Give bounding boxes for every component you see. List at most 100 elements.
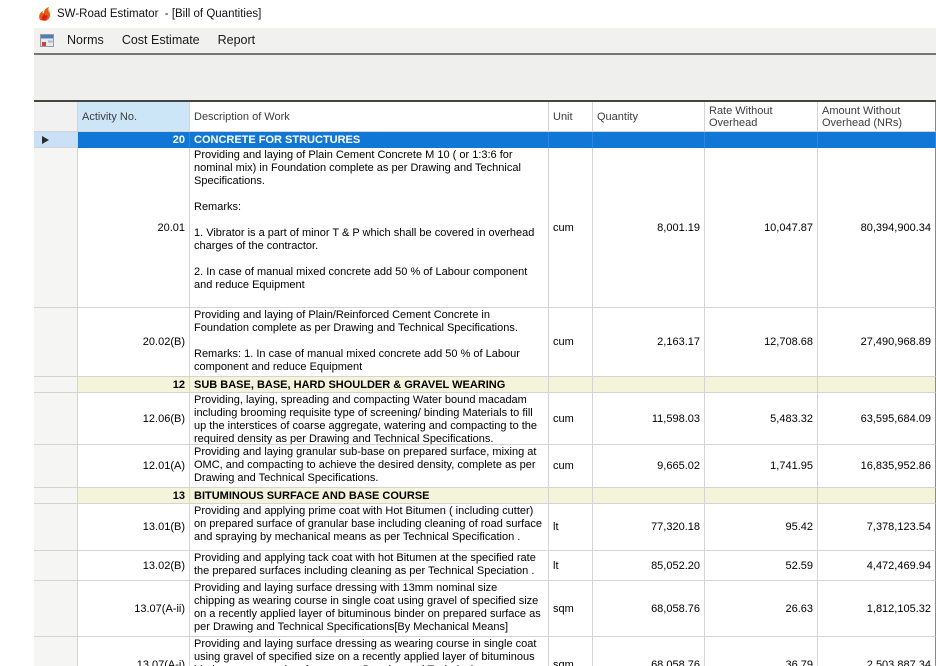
cell-rate[interactable]: 1,741.95 — [705, 445, 818, 488]
cell-activity[interactable]: 13.07(A-ii) — [78, 581, 190, 637]
column-header-activity[interactable]: Activity No. — [78, 102, 190, 132]
window-title-bar: SW-Road Estimator - [Bill of Quantities] — [0, 0, 936, 28]
cell-activity[interactable]: 20.02(B) — [78, 308, 190, 377]
cell-unit[interactable] — [549, 488, 593, 504]
row-selector-header[interactable] — [34, 102, 78, 132]
cell-unit[interactable]: cum — [549, 393, 593, 445]
cell-quantity[interactable]: 8,001.19 — [593, 148, 705, 308]
cell-quantity[interactable]: 77,320.18 — [593, 504, 705, 551]
cell-unit[interactable]: cum — [549, 445, 593, 488]
row-selector[interactable] — [34, 445, 78, 488]
column-header-rate[interactable]: Rate Without Overhead — [705, 102, 818, 132]
cell-rate[interactable] — [705, 488, 818, 504]
cell-amount[interactable] — [818, 132, 936, 148]
cell-activity[interactable]: 12.06(B) — [78, 393, 190, 445]
group-row: 20CONCRETE FOR STRUCTURES — [34, 132, 936, 148]
cell-unit[interactable]: cum — [549, 308, 593, 377]
cell-activity[interactable]: 12.01(A) — [78, 445, 190, 488]
cell-description[interactable]: Providing and laying surface dressing as… — [190, 637, 549, 666]
column-header-quantity[interactable]: Quantity — [593, 102, 705, 132]
cell-quantity[interactable] — [593, 488, 705, 504]
cell-activity[interactable]: 13.01(B) — [78, 504, 190, 551]
mdi-child-window-icon[interactable] — [40, 34, 54, 47]
menu-item-cost-estimate[interactable]: Cost Estimate — [113, 29, 209, 52]
cell-activity[interactable]: 20 — [78, 132, 190, 148]
cell-quantity[interactable]: 85,052.20 — [593, 551, 705, 581]
row-selector[interactable] — [34, 308, 78, 377]
cell-quantity[interactable]: 11,598.03 — [593, 393, 705, 445]
cell-description[interactable]: CONCRETE FOR STRUCTURES — [190, 132, 549, 148]
cell-description[interactable]: Providing and laying granular sub-base o… — [190, 445, 549, 488]
cell-unit[interactable]: sqm — [549, 581, 593, 637]
row-selector[interactable] — [34, 148, 78, 308]
cell-rate[interactable]: 10,047.87 — [705, 148, 818, 308]
cell-description[interactable]: Providing and applying prime coat with H… — [190, 504, 549, 551]
group-row: 13BITUMINOUS SURFACE AND BASE COURSE — [34, 488, 936, 504]
group-row: 12SUB BASE, BASE, HARD SHOULDER & GRAVEL… — [34, 377, 936, 393]
cell-rate[interactable] — [705, 377, 818, 393]
cell-description[interactable]: Providing, laying, spreading and compact… — [190, 393, 549, 445]
cell-rate[interactable]: 26.63 — [705, 581, 818, 637]
menu-item-report[interactable]: Report — [209, 29, 265, 52]
cell-quantity[interactable]: 68,058.76 — [593, 581, 705, 637]
cell-description[interactable]: Providing and laying of Plain/Reinforced… — [190, 308, 549, 377]
cell-rate[interactable]: 95.42 — [705, 504, 818, 551]
column-header-amount[interactable]: Amount Without Overhead (NRs) — [818, 102, 936, 132]
cell-activity[interactable]: 13.07(A-i) — [78, 637, 190, 666]
cell-rate[interactable]: 5,483.32 — [705, 393, 818, 445]
menu-item-norms[interactable]: Norms — [58, 29, 113, 52]
cell-description[interactable]: SUB BASE, BASE, HARD SHOULDER & GRAVEL W… — [190, 377, 549, 393]
cell-amount[interactable]: 2,503,887.34 — [818, 637, 936, 666]
row-selector[interactable] — [34, 132, 78, 148]
cell-unit[interactable]: lt — [549, 504, 593, 551]
cell-amount[interactable] — [818, 488, 936, 504]
cell-rate[interactable] — [705, 132, 818, 148]
cell-rate[interactable]: 52.59 — [705, 551, 818, 581]
cell-amount[interactable]: 1,812,105.32 — [818, 581, 936, 637]
row-selector[interactable] — [34, 504, 78, 551]
cell-unit[interactable]: sqm — [549, 637, 593, 666]
cell-activity[interactable]: 13.02(B) — [78, 551, 190, 581]
cell-quantity[interactable] — [593, 377, 705, 393]
column-header-unit[interactable]: Unit — [549, 102, 593, 132]
cell-unit[interactable] — [549, 377, 593, 393]
table-row: 12.01(A)Providing and laying granular su… — [34, 445, 936, 488]
cell-amount[interactable]: 7,378,123.54 — [818, 504, 936, 551]
column-header-description[interactable]: Description of Work — [190, 102, 549, 132]
row-selector[interactable] — [34, 488, 78, 504]
cell-amount[interactable]: 4,472,469.94 — [818, 551, 936, 581]
cell-unit[interactable] — [549, 132, 593, 148]
cell-description[interactable]: Providing and laying of Plain Cement Con… — [190, 148, 549, 308]
cell-quantity[interactable] — [593, 132, 705, 148]
cell-amount[interactable] — [818, 377, 936, 393]
cell-amount[interactable]: 80,394,900.34 — [818, 148, 936, 308]
current-row-indicator-icon — [42, 136, 49, 144]
cell-quantity[interactable]: 2,163.17 — [593, 308, 705, 377]
row-selector[interactable] — [34, 377, 78, 393]
grid-header-row: Activity No.Description of WorkUnitQuant… — [34, 102, 936, 132]
table-row: 13.07(A-i)Providing and laying surface d… — [34, 637, 936, 666]
cell-rate[interactable]: 36.79 — [705, 637, 818, 666]
cell-quantity[interactable]: 9,665.02 — [593, 445, 705, 488]
row-selector[interactable] — [34, 393, 78, 445]
cell-rate[interactable]: 12,708.68 — [705, 308, 818, 377]
row-selector[interactable] — [34, 637, 78, 666]
table-row: 20.02(B)Providing and laying of Plain/Re… — [34, 308, 936, 377]
cell-activity[interactable]: 13 — [78, 488, 190, 504]
cell-description[interactable]: Providing and laying surface dressing wi… — [190, 581, 549, 637]
cell-unit[interactable]: cum — [549, 148, 593, 308]
cell-quantity[interactable]: 68,058.76 — [593, 637, 705, 666]
cell-description[interactable]: Providing and applying tack coat with ho… — [190, 551, 549, 581]
cell-description[interactable]: BITUMINOUS SURFACE AND BASE COURSE — [190, 488, 549, 504]
cell-activity[interactable]: 20.01 — [78, 148, 190, 308]
menu-bar: NormsCost EstimateReport — [34, 28, 936, 55]
cell-unit[interactable]: lt — [549, 551, 593, 581]
bill-of-quantities-grid: Activity No.Description of WorkUnitQuant… — [34, 100, 936, 666]
row-selector[interactable] — [34, 551, 78, 581]
cell-amount[interactable]: 16,835,952.86 — [818, 445, 936, 488]
row-selector[interactable] — [34, 581, 78, 637]
table-row: 13.02(B)Providing and applying tack coat… — [34, 551, 936, 581]
cell-amount[interactable]: 27,490,968.89 — [818, 308, 936, 377]
cell-amount[interactable]: 63,595,684.09 — [818, 393, 936, 445]
cell-activity[interactable]: 12 — [78, 377, 190, 393]
